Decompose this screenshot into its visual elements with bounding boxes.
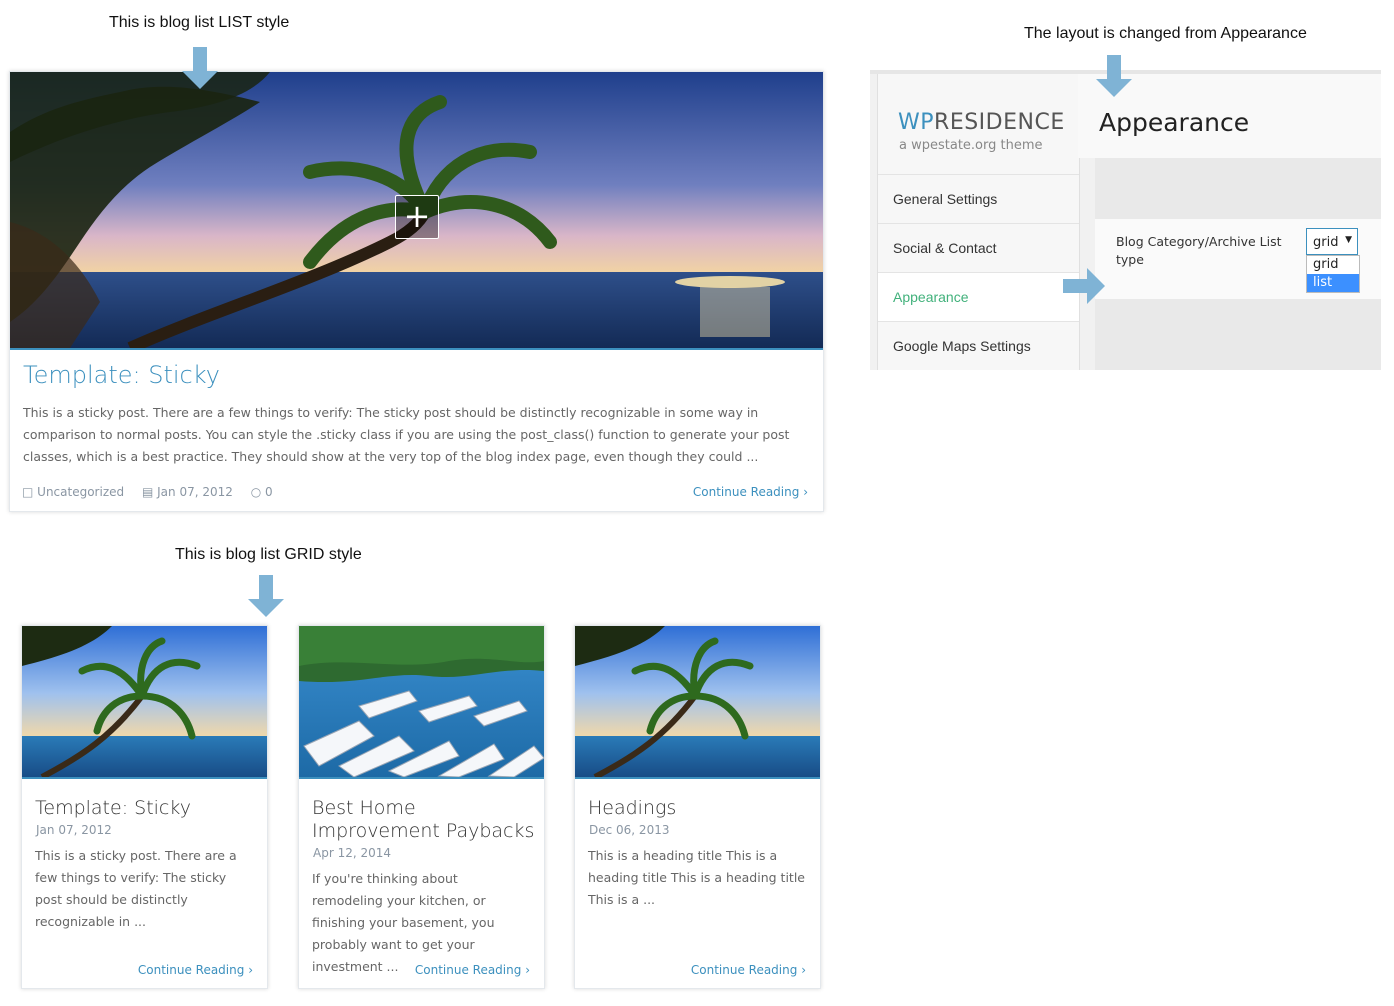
- post-excerpt: This is a sticky post. There are a few t…: [23, 405, 790, 464]
- nav-google-maps-settings[interactable]: Google Maps Settings: [878, 321, 1079, 370]
- option-row: Blog Category/Archive List type grid ▼ g…: [1095, 219, 1381, 299]
- grid-card-date: Apr 12, 2014: [313, 846, 392, 860]
- admin-sidebar: WPRESIDENCE a wpestate.org theme General…: [877, 74, 1080, 370]
- option-list[interactable]: list: [1307, 274, 1359, 292]
- post-date: Jan 07, 2012: [157, 485, 233, 499]
- continue-reading-link[interactable]: Continue Reading ›: [693, 485, 808, 499]
- grid-card-excerpt: If you're thinking about remodeling your…: [312, 871, 495, 974]
- arrow-down-icon: [182, 47, 218, 89]
- chevron-right-icon: ›: [803, 485, 808, 499]
- grid-card: Headings Dec 06, 2013 This is a heading …: [574, 625, 821, 989]
- grid-card-title[interactable]: Headings: [588, 797, 813, 820]
- chevron-right-icon: ›: [248, 963, 253, 977]
- nav-general-settings[interactable]: General Settings: [878, 174, 1079, 223]
- theme-admin-panel: WPRESIDENCE a wpestate.org theme General…: [870, 70, 1381, 370]
- chevron-right-icon: ›: [801, 963, 806, 977]
- grid-card: Best Home Improvement Paybacks Apr 12, 2…: [298, 625, 545, 989]
- nav-social-contact[interactable]: Social & Contact: [878, 223, 1079, 272]
- grid-card-image[interactable]: [299, 626, 544, 779]
- continue-reading-link[interactable]: Continue Reading ›: [691, 963, 806, 977]
- grid-card-date: Dec 06, 2013: [589, 823, 670, 837]
- calendar-icon: ▤: [141, 485, 154, 499]
- continue-reading-link[interactable]: Continue Reading ›: [138, 963, 253, 977]
- chevron-right-icon: ›: [525, 963, 530, 977]
- admin-main-area: Appearance Blog Category/Archive List ty…: [1078, 74, 1381, 370]
- post-meta: □ Uncategorized ▤ Jan 07, 2012 ○ 0: [22, 485, 273, 499]
- logo-tagline: a wpestate.org theme: [899, 138, 1043, 153]
- post-comments-count[interactable]: 0: [265, 485, 273, 499]
- page-title: Appearance: [1099, 108, 1250, 137]
- grid-card-date: Jan 07, 2012: [36, 823, 112, 837]
- document-icon: □: [22, 485, 34, 499]
- grid-card-image[interactable]: [575, 626, 820, 779]
- grid-card-title[interactable]: Template: Sticky: [35, 797, 260, 820]
- blog-list-card: + Template: Sticky This is a sticky post…: [9, 71, 824, 512]
- comment-icon: ○: [250, 485, 262, 499]
- arrow-down-icon: [248, 575, 284, 617]
- post-featured-image[interactable]: +: [10, 72, 823, 350]
- list-type-dropdown: grid list: [1306, 255, 1360, 293]
- grid-style-annotation: This is blog list GRID style: [175, 546, 362, 563]
- arrow-down-icon: [1096, 55, 1132, 97]
- grid-card-title[interactable]: Best Home Improvement Paybacks: [312, 797, 537, 843]
- caret-down-icon: ▼: [1345, 235, 1352, 245]
- wpresidence-logo: WPRESIDENCE: [898, 110, 1065, 135]
- list-style-annotation: This is blog list LIST style: [109, 14, 290, 31]
- continue-reading-link[interactable]: Continue Reading ›: [415, 963, 530, 977]
- grid-card: Template: Sticky Jan 07, 2012 This is a …: [21, 625, 268, 989]
- layout-changed-annotation: The layout is changed from Appearance: [1024, 25, 1307, 42]
- list-type-select[interactable]: grid ▼: [1306, 228, 1358, 255]
- grid-card-excerpt: This is a sticky post. There are a few t…: [35, 848, 237, 929]
- plus-icon[interactable]: +: [395, 195, 439, 239]
- option-label: Blog Category/Archive List type: [1116, 234, 1282, 267]
- arrow-right-icon: [1063, 268, 1105, 304]
- post-title[interactable]: Template: Sticky: [23, 361, 220, 389]
- grid-card-image[interactable]: [22, 626, 267, 779]
- post-category[interactable]: Uncategorized: [37, 485, 124, 499]
- option-grid[interactable]: grid: [1307, 256, 1359, 274]
- admin-content: Blog Category/Archive List type grid ▼ g…: [1095, 158, 1381, 370]
- grid-card-excerpt: This is a heading title This is a headin…: [588, 848, 805, 907]
- nav-appearance[interactable]: Appearance: [878, 272, 1079, 321]
